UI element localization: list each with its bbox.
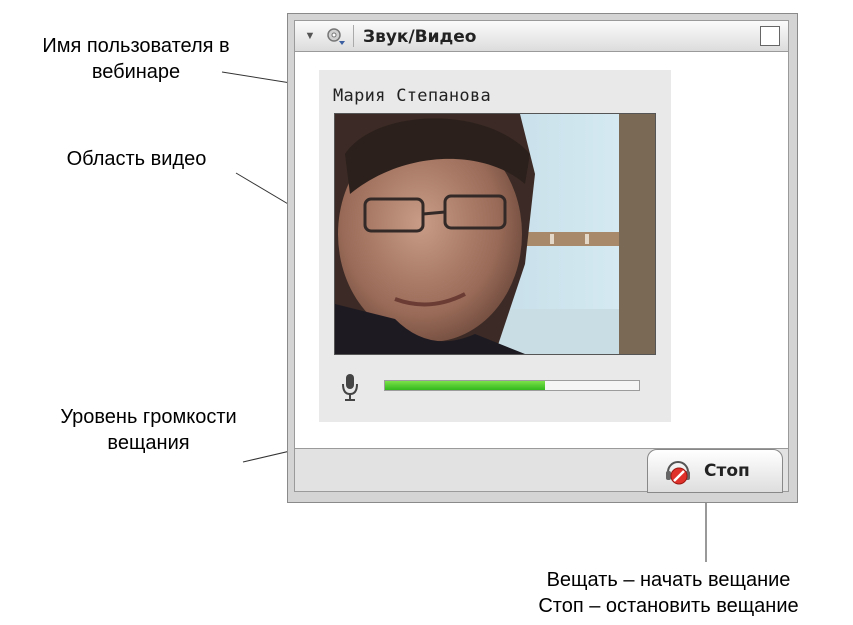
pod-title: Звук/Видео (363, 27, 477, 47)
stop-broadcast-button[interactable]: Стоп (647, 449, 783, 493)
webinar-user-name: Мария Степанова (333, 86, 492, 106)
annotation-button: Вещать – начать вещание Стоп – остановит… (484, 567, 853, 619)
video-area (334, 113, 656, 355)
audio-video-pod: ▼ Звук/Видео Мария Степанова Стоп (287, 13, 798, 503)
video-card: Мария Степанова (319, 70, 671, 422)
broadcast-volume-meter (384, 380, 640, 391)
annotation-button-line2: Стоп – остановить вещание (538, 595, 799, 617)
annotation-volume: Уровень громкости вещания (16, 404, 281, 456)
annotation-button-line1: Вещать – начать вещание (546, 569, 791, 591)
webcam-video-frame (335, 114, 655, 354)
annotation-username-line2: вебинаре (91, 61, 181, 83)
collapse-triangle-icon[interactable]: ▼ (302, 27, 318, 45)
annotation-username: Имя пользователя в вебинаре (2, 33, 270, 85)
annotation-volume-line1: Уровень громкости (60, 406, 237, 428)
annotation-video-text: Область видео (66, 148, 207, 170)
pod-footer: Стоп (294, 448, 789, 493)
annotation-username-line1: Имя пользователя в (42, 35, 230, 57)
pod-menu-icon[interactable] (325, 26, 347, 48)
annotation-volume-line2: вещания (107, 432, 190, 454)
pod-header: ▼ Звук/Видео (294, 20, 789, 52)
volume-level-fill (385, 381, 546, 390)
header-separator (353, 25, 354, 47)
stop-broadcast-icon (666, 461, 690, 485)
annotation-video: Область видео (14, 146, 259, 172)
maximize-icon[interactable] (760, 26, 780, 46)
stop-button-label: Стоп (704, 461, 750, 481)
microphone-icon (342, 374, 358, 401)
pod-content: Мария Степанова (294, 52, 789, 448)
